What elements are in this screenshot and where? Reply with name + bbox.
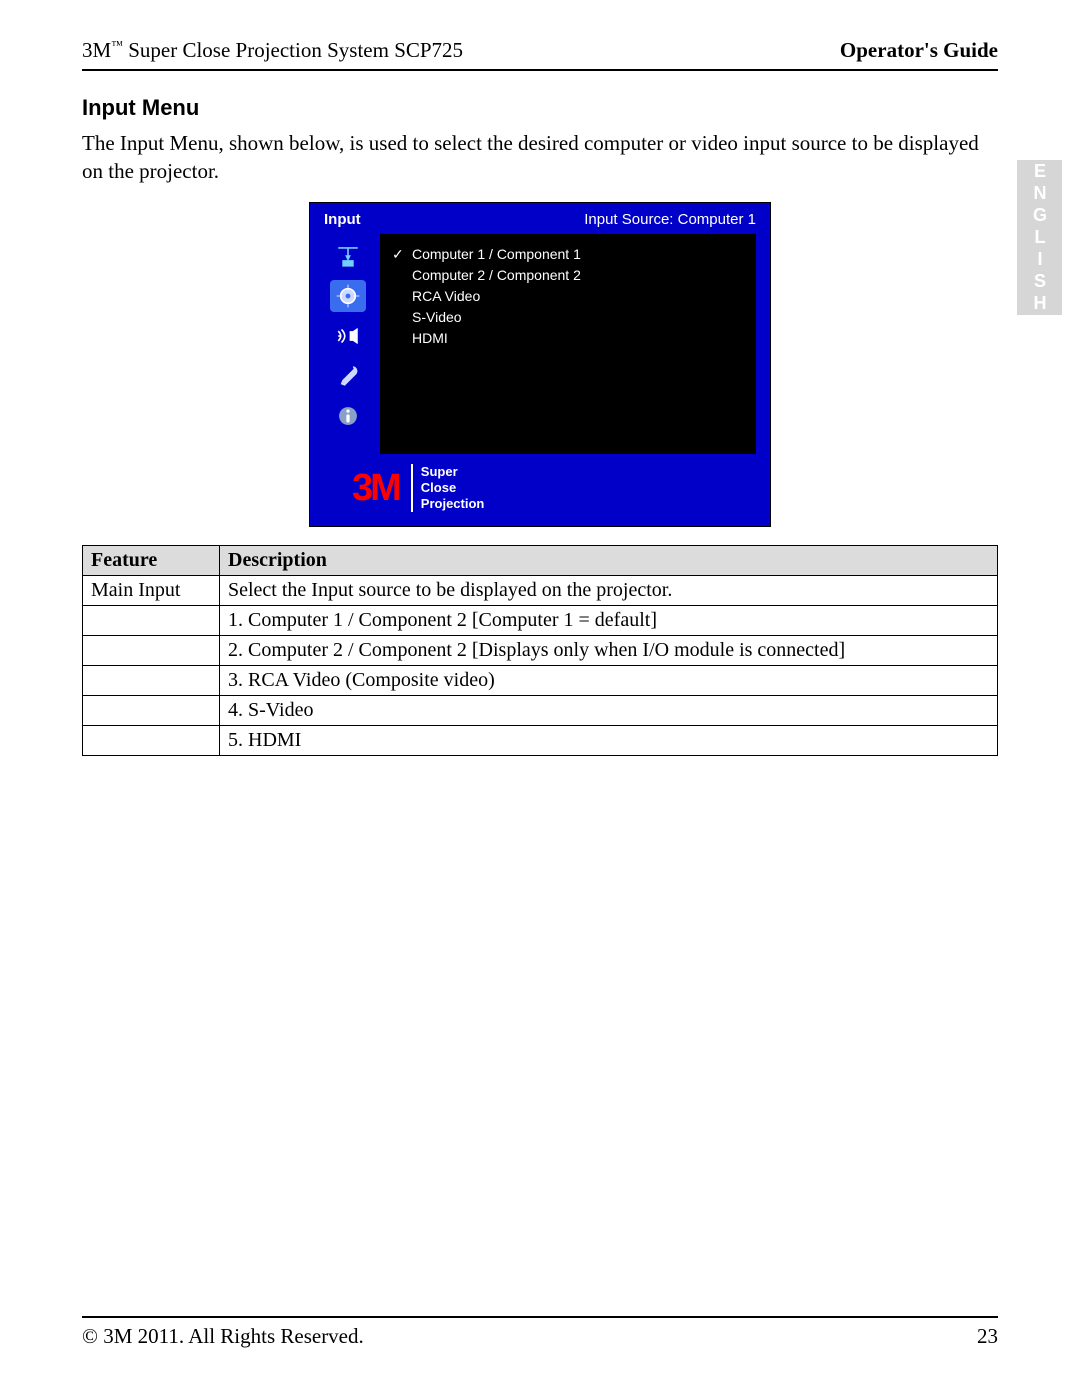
osd-header: Input Input Source: Computer 1 [310, 203, 770, 234]
section-description: The Input Menu, shown below, is used to … [82, 129, 998, 186]
osd-option-label: S-Video [412, 307, 462, 328]
osd-option-label: HDMI [412, 328, 448, 349]
cell-description: 4. S-Video [220, 696, 998, 726]
table-row: Main InputSelect the Input source to be … [83, 576, 998, 606]
osd-option-label: Computer 2 / Component 2 [412, 265, 581, 286]
table-header-row: Feature Description [83, 546, 998, 576]
cell-feature: Main Input [83, 576, 220, 606]
product-suffix: Super Close Projection System SCP725 [123, 38, 463, 62]
cell-feature [83, 636, 220, 666]
cell-description: 1. Computer 1 / Component 2 [Computer 1 … [220, 606, 998, 636]
osd-option-label: RCA Video [412, 286, 480, 307]
cell-feature [83, 606, 220, 636]
osd-option: S-Video [392, 307, 744, 328]
guide-label: Operator's Guide [840, 38, 998, 63]
cell-description: 2. Computer 2 / Component 2 [Displays on… [220, 636, 998, 666]
trademark-symbol: ™ [111, 38, 123, 52]
page-number: 23 [977, 1324, 998, 1349]
logo-sub-2: Close [421, 480, 485, 496]
check-icon: ✓ [392, 244, 406, 265]
table-row: 4. S-Video [83, 696, 998, 726]
page-header: 3M™ Super Close Projection System SCP725… [82, 38, 998, 71]
table-row: 5. HDMI [83, 726, 998, 756]
table-row: 1. Computer 1 / Component 2 [Computer 1 … [83, 606, 998, 636]
osd-option: ✓ Computer 1 / Component 1 [392, 244, 744, 265]
logo-3m: 3M [352, 469, 399, 507]
logo-sub: Super Close Projection [411, 464, 485, 513]
osd-footer: 3M Super Close Projection [310, 454, 770, 527]
cell-description: 5. HDMI [220, 726, 998, 756]
logo-sub-1: Super [421, 464, 485, 480]
cell-description: Select the Input source to be displayed … [220, 576, 998, 606]
osd-body: ✓ Computer 1 / Component 1 Computer 2 / C… [310, 234, 770, 454]
osd-option: RCA Video [392, 286, 744, 307]
osd-title: Input [324, 211, 361, 228]
osd-status: Input Source: Computer 1 [584, 211, 756, 228]
logo-sub-3: Projection [421, 496, 485, 512]
image-icon [330, 280, 366, 312]
osd-screenshot: Input Input Source: Computer 1 [309, 202, 771, 528]
osd-icon-strip [324, 234, 372, 454]
osd-option: HDMI [392, 328, 744, 349]
feature-table: Feature Description Main InputSelect the… [82, 545, 998, 756]
input-icon [330, 240, 366, 272]
table-row: 3. RCA Video (Composite video) [83, 666, 998, 696]
language-tab: ENGLISH [1017, 160, 1062, 315]
cell-feature [83, 666, 220, 696]
info-icon [330, 400, 366, 432]
cell-description: 3. RCA Video (Composite video) [220, 666, 998, 696]
audio-icon [330, 320, 366, 352]
table-row: 2. Computer 2 / Component 2 [Displays on… [83, 636, 998, 666]
osd-option-list: ✓ Computer 1 / Component 1 Computer 2 / C… [380, 234, 756, 454]
col-feature: Feature [83, 546, 220, 576]
osd-option-label: Computer 1 / Component 1 [412, 244, 581, 265]
section-title: Input Menu [82, 95, 998, 121]
osd-option: Computer 2 / Component 2 [392, 265, 744, 286]
brand-prefix: 3M [82, 38, 111, 62]
cell-feature [83, 726, 220, 756]
copyright: © 3M 2011. All Rights Reserved. [82, 1324, 364, 1349]
cell-feature [83, 696, 220, 726]
page-footer: © 3M 2011. All Rights Reserved. 23 [82, 1316, 998, 1349]
product-title: 3M™ Super Close Projection System SCP725 [82, 38, 463, 63]
settings-icon [330, 360, 366, 392]
col-description: Description [220, 546, 998, 576]
